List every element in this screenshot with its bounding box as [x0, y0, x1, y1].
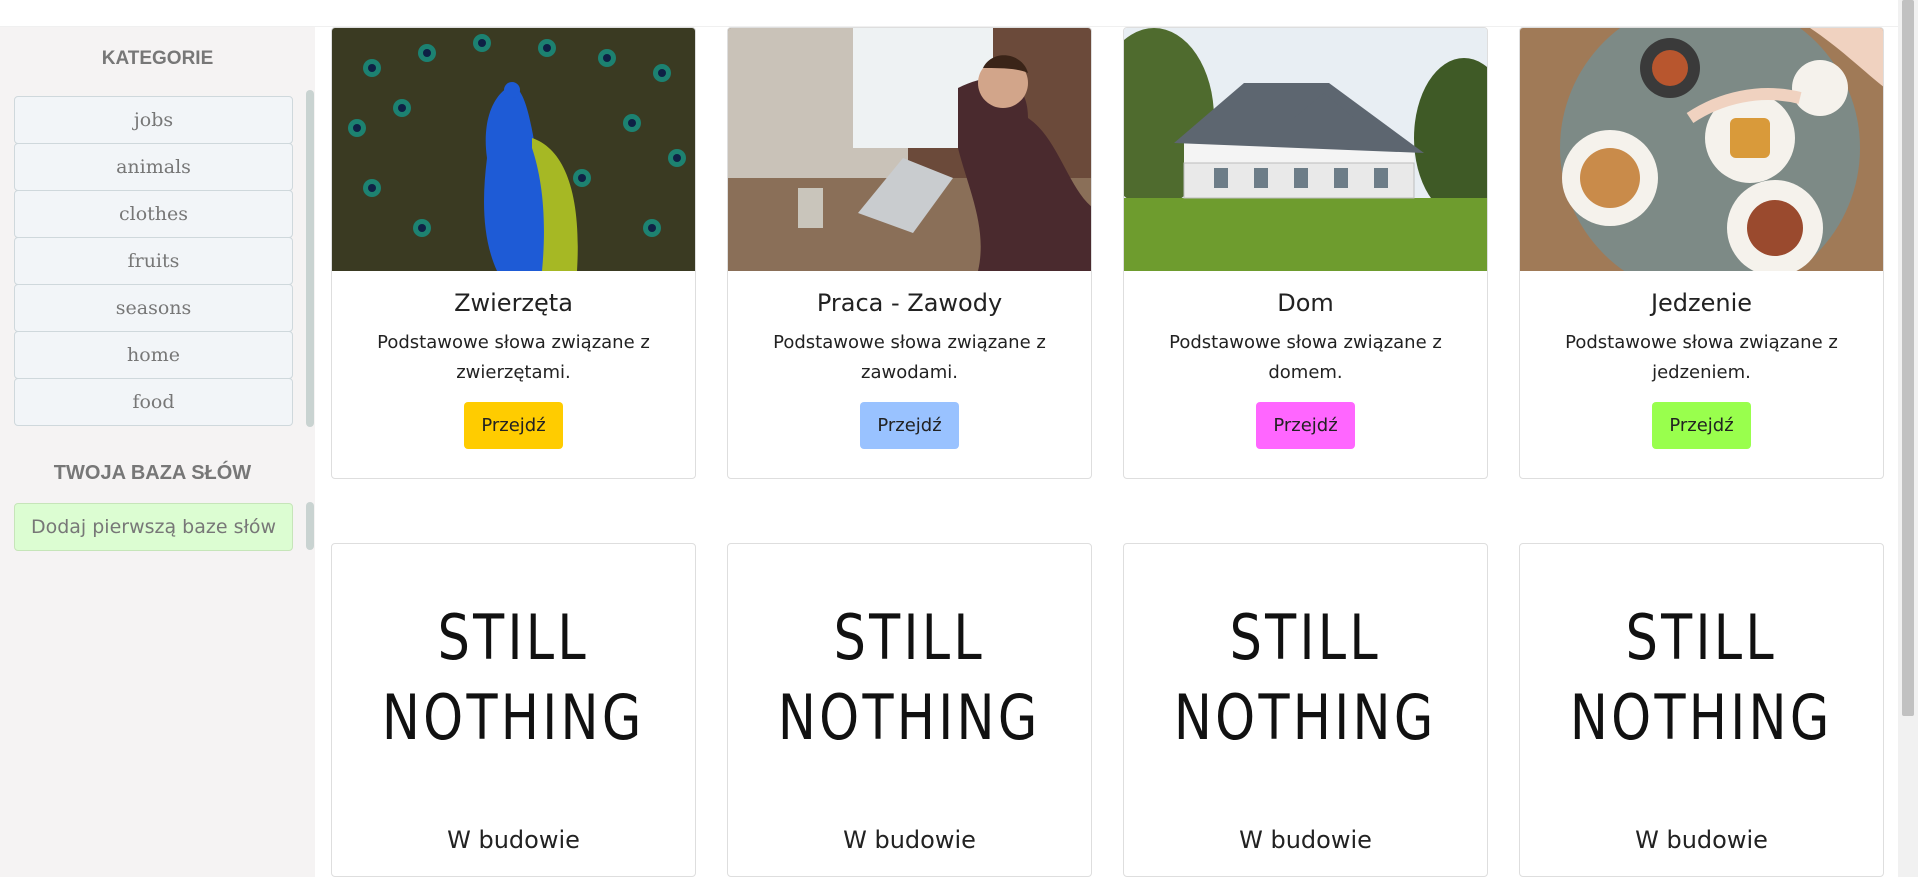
category-item-food[interactable]: food [14, 378, 293, 426]
card-description: Podstawowe słowa związane z zawodami. [773, 332, 1046, 383]
go-button[interactable]: Przejdź [464, 402, 563, 449]
category-item-seasons[interactable]: seasons [14, 284, 293, 332]
card-title: W budowie [843, 826, 976, 854]
category-item-fruits[interactable]: fruits [14, 237, 293, 285]
peacock-photo [332, 28, 695, 271]
card-title: W budowie [447, 826, 580, 854]
category-list-scrollbar[interactable] [306, 90, 314, 427]
sidebar: KATEGORIE jobs animals clothes fruits se… [0, 27, 315, 877]
go-button[interactable]: Przejdź [860, 402, 959, 449]
nothing-line: NOTHING [778, 681, 1041, 754]
still-line: STILL [833, 601, 986, 674]
still-line: STILL [437, 601, 590, 674]
category-item-clothes[interactable]: clothes [14, 190, 293, 238]
placeholder-card: STILL NOTHING W budowie [1519, 543, 1884, 877]
card-title: Dom [1277, 289, 1334, 317]
placeholder-card: STILL NOTHING W budowie [331, 543, 696, 877]
category-card-jobs: Praca - Zawody Podstawowe słowa związane… [727, 27, 1092, 479]
top-bar [0, 0, 1898, 27]
house-photo [1124, 28, 1487, 271]
placeholder-card: STILL NOTHING W budowie [1123, 543, 1488, 877]
food-table-photo [1520, 28, 1883, 271]
person-laptop-photo [728, 28, 1091, 271]
category-card-home: Dom Podstawowe słowa związane z domem. P… [1123, 27, 1488, 479]
wordbase-list-scrollbar[interactable] [306, 502, 314, 550]
page-scrollbar[interactable] [1898, 0, 1918, 877]
card-description: Podstawowe słowa związane z domem. [1169, 332, 1442, 383]
category-list: jobs animals clothes fruits seasons home… [14, 96, 293, 426]
still-nothing-image: STILL NOTHING [1520, 544, 1883, 804]
card-title: Jedzenie [1650, 289, 1753, 317]
card-title: W budowie [1239, 826, 1372, 854]
nothing-line: NOTHING [1174, 681, 1437, 754]
wordbase-heading: TWOJA BAZA SŁÓW [53, 462, 252, 484]
category-item-animals[interactable]: animals [14, 143, 293, 191]
card-title: Praca - Zawody [816, 289, 1003, 317]
card-title: W budowie [1635, 826, 1768, 854]
still-line: STILL [1625, 601, 1778, 674]
category-item-home[interactable]: home [14, 331, 293, 379]
page-scrollbar-thumb[interactable] [1902, 0, 1914, 716]
categories-heading: KATEGORIE [101, 48, 214, 69]
still-nothing-image: STILL NOTHING [1124, 544, 1487, 804]
category-card-animals: Zwierzęta Podstawowe słowa związane z zw… [331, 27, 696, 479]
placeholder-card: STILL NOTHING W budowie [727, 543, 1092, 877]
go-button[interactable]: Przejdź [1652, 402, 1751, 449]
add-wordbase-button[interactable]: Dodaj pierwszą baze słów [14, 503, 293, 551]
nothing-line: NOTHING [382, 681, 645, 754]
nothing-line: NOTHING [1570, 681, 1833, 754]
still-nothing-image: STILL NOTHING [728, 544, 1091, 804]
card-title: Zwierzęta [454, 289, 573, 317]
card-description: Podstawowe słowa związane z zwierzętami. [377, 332, 650, 383]
category-item-jobs[interactable]: jobs [14, 96, 293, 144]
category-card-food: Jedzenie Podstawowe słowa związane z jed… [1519, 27, 1884, 479]
card-description: Podstawowe słowa związane z jedzeniem. [1565, 332, 1838, 383]
still-line: STILL [1229, 601, 1382, 674]
still-nothing-image: STILL NOTHING [332, 544, 695, 804]
go-button[interactable]: Przejdź [1256, 402, 1355, 449]
